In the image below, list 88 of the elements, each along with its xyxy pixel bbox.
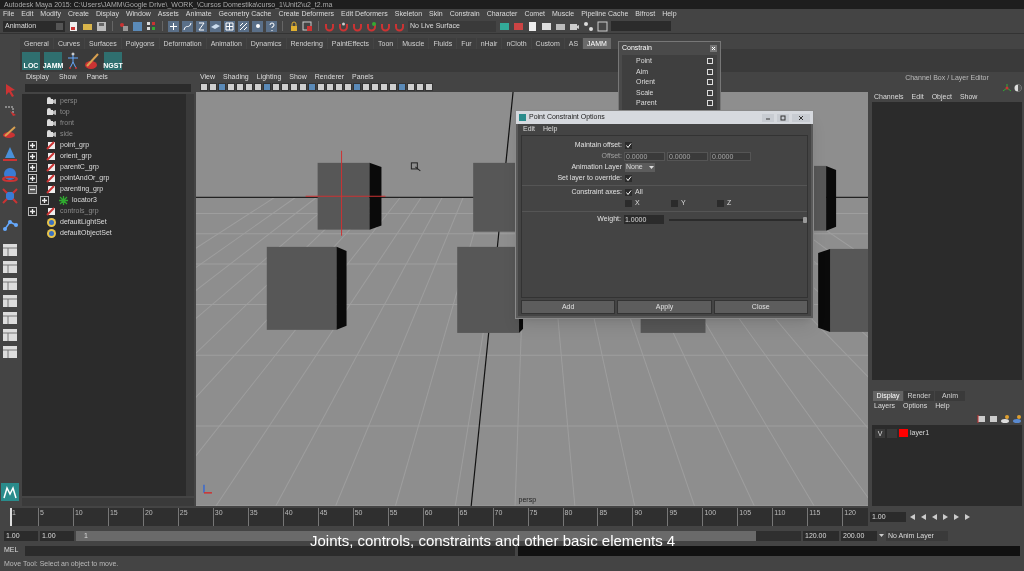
layout-icon[interactable] xyxy=(2,311,18,325)
render-icon[interactable] xyxy=(499,20,510,32)
grid-icon[interactable] xyxy=(224,20,235,32)
close-icon[interactable] xyxy=(792,113,810,122)
checkbox[interactable] xyxy=(625,142,632,149)
slider-track[interactable] xyxy=(668,216,807,223)
scroll-bar[interactable] xyxy=(186,94,194,496)
group-icon xyxy=(46,184,57,195)
maximize-icon[interactable] xyxy=(777,113,789,122)
dots-icon[interactable] xyxy=(583,20,594,32)
save-icon[interactable] xyxy=(96,20,107,32)
skeleton-icon[interactable] xyxy=(66,51,80,70)
group-icon xyxy=(46,173,57,184)
caret-icon xyxy=(649,165,654,170)
layer-color-swatch[interactable] xyxy=(899,429,908,437)
layer-icon[interactable] xyxy=(977,413,986,423)
cone-icon[interactable] xyxy=(1,145,19,163)
group-icon xyxy=(46,151,57,162)
half-circle-icon[interactable] xyxy=(1014,84,1022,92)
cube[interactable] xyxy=(266,246,347,330)
cube[interactable] xyxy=(317,162,382,230)
magnet-icon[interactable] xyxy=(366,20,377,32)
group-icon xyxy=(46,206,57,217)
filter-field[interactable] xyxy=(25,84,191,92)
clapper-icon[interactable] xyxy=(541,20,552,32)
grid-icon[interactable] xyxy=(238,20,249,32)
plane-icon[interactable] xyxy=(210,20,221,32)
checkbox[interactable] xyxy=(625,175,632,182)
option-box-icon[interactable] xyxy=(707,68,713,75)
expand-toggle-icon[interactable] xyxy=(28,141,37,150)
expand-toggle-icon[interactable] xyxy=(28,152,37,161)
page-icon[interactable] xyxy=(527,20,538,32)
page-icon[interactable] xyxy=(68,20,79,32)
magnet-icon[interactable] xyxy=(338,20,349,32)
dots-icon[interactable] xyxy=(146,20,157,32)
caret-icon xyxy=(879,533,884,538)
layer-icon[interactable] xyxy=(989,413,998,423)
layout-icon[interactable] xyxy=(2,294,18,308)
expand-toggle-icon[interactable] xyxy=(28,185,37,194)
lock-icon[interactable] xyxy=(288,20,299,32)
paint-brush-icon[interactable] xyxy=(84,51,100,70)
selection-icon[interactable] xyxy=(302,20,313,32)
question-icon[interactable] xyxy=(266,20,277,32)
set-icon xyxy=(46,217,57,228)
view-axis-icon xyxy=(203,484,213,494)
layout-icon[interactable] xyxy=(2,328,18,342)
option-box-icon[interactable] xyxy=(707,89,713,96)
checkbox[interactable] xyxy=(671,200,678,207)
minimize-icon[interactable] xyxy=(762,113,774,122)
cursor-icon xyxy=(410,162,421,172)
selection-icon[interactable] xyxy=(118,20,129,32)
group-icon xyxy=(46,162,57,173)
expand-toggle-icon[interactable] xyxy=(28,207,37,216)
panel-icon[interactable] xyxy=(597,20,608,32)
layout-icon[interactable] xyxy=(2,260,18,274)
camera-icon xyxy=(46,96,57,107)
app-logo-icon[interactable] xyxy=(1,483,19,501)
cube[interactable] xyxy=(457,246,524,333)
camera-icon xyxy=(46,107,57,118)
cross-icon[interactable] xyxy=(168,20,179,32)
option-box-icon[interactable] xyxy=(707,58,713,65)
checkbox[interactable] xyxy=(625,189,632,196)
curve-icon[interactable] xyxy=(196,20,207,32)
checkbox[interactable] xyxy=(625,200,632,207)
slider-thumb[interactable] xyxy=(803,216,807,223)
layout-icon[interactable] xyxy=(2,277,18,291)
locator-icon xyxy=(58,195,69,206)
expand-toggle-icon[interactable] xyxy=(40,196,49,205)
expand-toggle-icon[interactable] xyxy=(28,163,37,172)
input-field[interactable] xyxy=(611,21,671,31)
layer-person-icon[interactable] xyxy=(1013,413,1022,423)
close-icon[interactable] xyxy=(710,45,717,52)
curve-icon[interactable] xyxy=(182,20,193,32)
checkbox[interactable] xyxy=(717,200,724,207)
group-icon xyxy=(46,140,57,151)
layout-icon[interactable] xyxy=(2,243,18,257)
app-logo-icon xyxy=(519,114,526,121)
set-icon xyxy=(46,228,57,239)
expand-toggle-icon[interactable] xyxy=(28,174,37,183)
point-icon[interactable] xyxy=(252,20,263,32)
axes-icon[interactable] xyxy=(1003,84,1011,92)
layout-icon[interactable] xyxy=(2,345,18,359)
option-box-icon[interactable] xyxy=(707,100,713,107)
camera-icon xyxy=(46,129,57,140)
layer-person-icon[interactable] xyxy=(1001,413,1010,423)
camera-icon xyxy=(46,118,57,129)
option-box-icon[interactable] xyxy=(707,79,713,86)
cube[interactable] xyxy=(818,248,868,332)
